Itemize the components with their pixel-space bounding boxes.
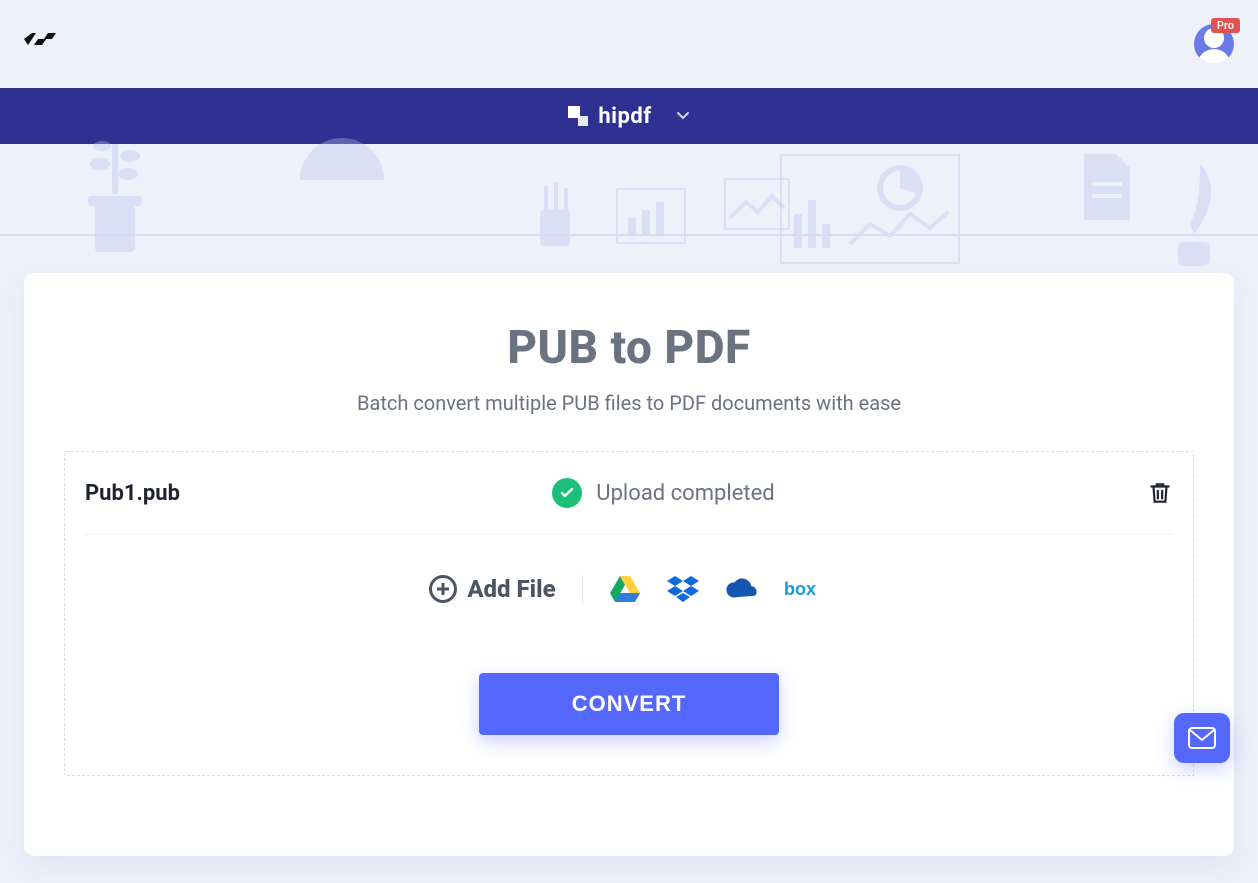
file-row: Pub1.pub Upload completed bbox=[85, 452, 1173, 535]
doc-icon bbox=[1080, 154, 1134, 220]
pro-badge: Pro bbox=[1211, 18, 1240, 33]
page-title: PUB to PDF bbox=[64, 321, 1194, 375]
divider bbox=[582, 575, 583, 603]
upload-status: Upload completed bbox=[552, 478, 774, 508]
top-header: Pro bbox=[0, 0, 1258, 88]
box-icon[interactable]: box bbox=[783, 575, 829, 603]
quill-icon bbox=[1160, 164, 1230, 274]
brand-label: hipdf bbox=[598, 104, 651, 129]
page-subtitle: Batch convert multiple PUB files to PDF … bbox=[64, 391, 1194, 415]
wondershare-logo[interactable] bbox=[24, 33, 68, 55]
svg-text:box: box bbox=[784, 579, 816, 599]
brand-icon bbox=[568, 106, 588, 126]
add-file-button[interactable]: Add File bbox=[429, 575, 555, 603]
plus-icon bbox=[429, 575, 457, 603]
plant-icon bbox=[70, 134, 160, 264]
main-card: PUB to PDF Batch convert multiple PUB fi… bbox=[24, 273, 1234, 856]
file-name: Pub1.pub bbox=[85, 481, 180, 506]
google-drive-icon[interactable] bbox=[609, 575, 641, 603]
lamp-icon bbox=[300, 138, 384, 188]
dropbox-icon[interactable] bbox=[667, 575, 699, 603]
convert-button[interactable]: CONVERT bbox=[479, 673, 779, 735]
dashboard-icon bbox=[780, 154, 960, 264]
add-row: Add File bbox=[85, 575, 1173, 603]
menubar: hipdf bbox=[0, 88, 1258, 144]
mini-chart-icon bbox=[616, 188, 686, 244]
account-area[interactable]: Pro bbox=[1194, 24, 1234, 64]
delete-file-button[interactable] bbox=[1147, 480, 1173, 506]
mail-icon bbox=[1188, 727, 1216, 749]
brand-dropdown[interactable]: hipdf bbox=[568, 104, 689, 129]
email-fab[interactable] bbox=[1174, 713, 1230, 763]
upload-status-text: Upload completed bbox=[596, 481, 774, 506]
add-file-label: Add File bbox=[467, 575, 555, 603]
drop-area: Pub1.pub Upload completed Add File bbox=[64, 451, 1194, 776]
pencil-cup-icon bbox=[530, 182, 580, 252]
chevron-down-icon bbox=[676, 104, 690, 129]
check-icon bbox=[552, 478, 582, 508]
onedrive-icon[interactable] bbox=[725, 575, 757, 603]
